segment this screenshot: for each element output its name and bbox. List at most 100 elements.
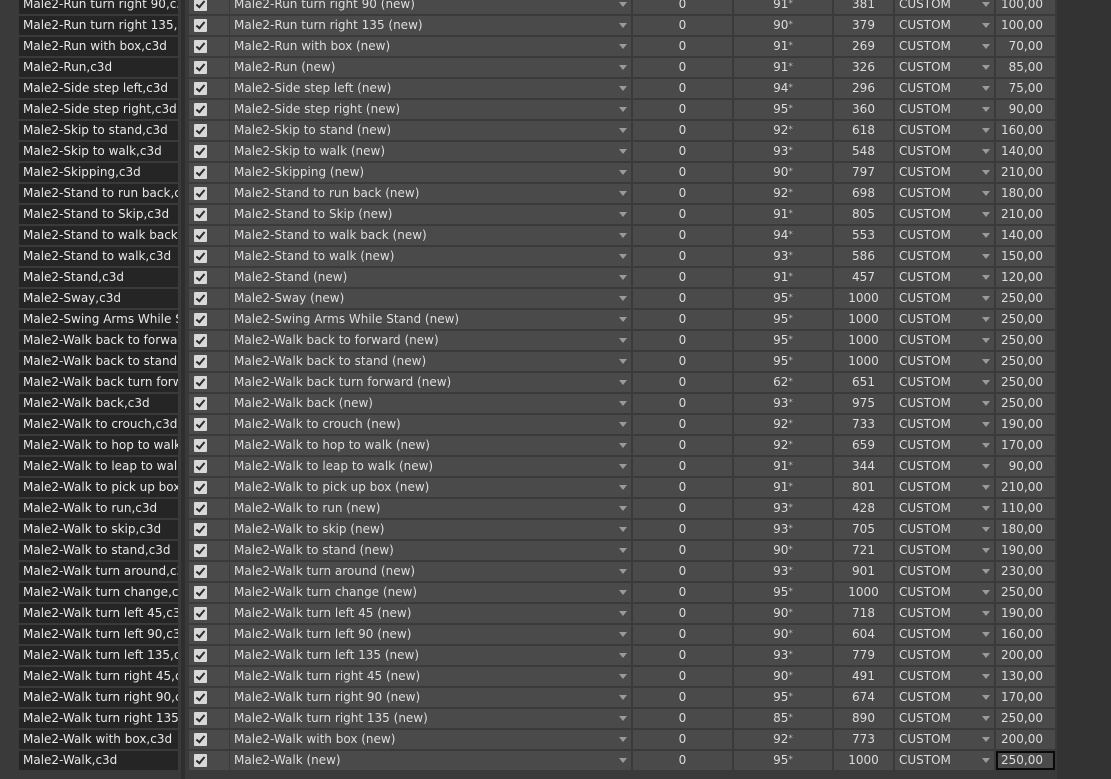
start-frame-field[interactable]: 0 xyxy=(633,583,732,602)
frames-field[interactable]: 659 xyxy=(834,436,893,455)
chevron-down-icon[interactable] xyxy=(619,233,627,238)
type-dropdown[interactable]: CUSTOM xyxy=(895,373,994,392)
quality-field[interactable]: 90* xyxy=(734,667,832,686)
type-dropdown[interactable]: CUSTOM xyxy=(895,562,994,581)
checkbox-checked-icon[interactable] xyxy=(194,124,207,137)
frames-field[interactable]: 705 xyxy=(834,520,893,539)
chevron-down-icon[interactable] xyxy=(619,317,627,322)
chevron-down-icon[interactable] xyxy=(982,23,990,28)
animation-name-dropdown[interactable]: Male2-Walk turn left 135 (new) xyxy=(230,646,631,665)
include-checkbox-cell[interactable] xyxy=(189,58,229,77)
value-field[interactable]: 140,00 xyxy=(996,226,1055,245)
checkbox-checked-icon[interactable] xyxy=(194,460,207,473)
frames-field[interactable]: 779 xyxy=(834,646,893,665)
start-frame-field[interactable]: 0 xyxy=(633,373,732,392)
frames-field[interactable]: 1000 xyxy=(834,331,893,350)
chevron-down-icon[interactable] xyxy=(982,422,990,427)
checkbox-checked-icon[interactable] xyxy=(194,82,207,95)
value-field[interactable]: 250,00 xyxy=(996,352,1055,371)
checkbox-checked-icon[interactable] xyxy=(194,250,207,263)
start-frame-field[interactable]: 0 xyxy=(633,688,732,707)
include-checkbox-cell[interactable] xyxy=(189,100,229,119)
start-frame-field[interactable]: 0 xyxy=(633,226,732,245)
quality-field[interactable]: 91* xyxy=(734,58,832,77)
frames-field[interactable]: 718 xyxy=(834,604,893,623)
include-checkbox-cell[interactable] xyxy=(189,121,229,140)
quality-field[interactable]: 91* xyxy=(734,37,832,56)
animation-name-dropdown[interactable]: Male2-Run (new) xyxy=(230,58,631,77)
quality-field[interactable]: 91* xyxy=(734,457,832,476)
animation-name-dropdown[interactable]: Male2-Walk turn left 45 (new) xyxy=(230,604,631,623)
frames-field[interactable]: 269 xyxy=(834,37,893,56)
value-field[interactable]: 250,00 xyxy=(996,310,1055,329)
chevron-down-icon[interactable] xyxy=(982,380,990,385)
value-field[interactable]: 190,00 xyxy=(996,415,1055,434)
frames-field[interactable]: 344 xyxy=(834,457,893,476)
quality-field[interactable]: 93* xyxy=(734,646,832,665)
chevron-down-icon[interactable] xyxy=(982,590,990,595)
chevron-down-icon[interactable] xyxy=(982,212,990,217)
checkbox-checked-icon[interactable] xyxy=(194,439,207,452)
chevron-down-icon[interactable] xyxy=(619,590,627,595)
type-dropdown[interactable]: CUSTOM xyxy=(895,625,994,644)
start-frame-field[interactable]: 0 xyxy=(633,751,732,770)
value-field[interactable]: 120,00 xyxy=(996,268,1055,287)
checkbox-checked-icon[interactable] xyxy=(194,103,207,116)
chevron-down-icon[interactable] xyxy=(982,254,990,259)
chevron-down-icon[interactable] xyxy=(619,359,627,364)
chevron-down-icon[interactable] xyxy=(982,170,990,175)
start-frame-field[interactable]: 0 xyxy=(633,163,732,182)
checkbox-checked-icon[interactable] xyxy=(194,145,207,158)
include-checkbox-cell[interactable] xyxy=(189,205,229,224)
value-field[interactable]: 180,00 xyxy=(996,184,1055,203)
value-field[interactable]: 250,00 xyxy=(996,394,1055,413)
include-checkbox-cell[interactable] xyxy=(189,142,229,161)
start-frame-field[interactable]: 0 xyxy=(633,667,732,686)
checkbox-checked-icon[interactable] xyxy=(194,691,207,704)
include-checkbox-cell[interactable] xyxy=(189,394,229,413)
chevron-down-icon[interactable] xyxy=(619,170,627,175)
value-field[interactable]: 200,00 xyxy=(996,730,1055,749)
chevron-down-icon[interactable] xyxy=(619,338,627,343)
animation-name-dropdown[interactable]: Male2-Walk back (new) xyxy=(230,394,631,413)
chevron-down-icon[interactable] xyxy=(619,653,627,658)
quality-field[interactable]: 91* xyxy=(734,205,832,224)
quality-field[interactable]: 91* xyxy=(734,0,832,14)
start-frame-field[interactable]: 0 xyxy=(633,457,732,476)
animation-name-dropdown[interactable]: Male2-Side step left (new) xyxy=(230,79,631,98)
value-field[interactable]: 100,00 xyxy=(996,16,1055,35)
include-checkbox-cell[interactable] xyxy=(189,667,229,686)
chevron-down-icon[interactable] xyxy=(982,737,990,742)
chevron-down-icon[interactable] xyxy=(982,548,990,553)
value-field[interactable]: 160,00 xyxy=(996,121,1055,140)
start-frame-field[interactable]: 0 xyxy=(633,247,732,266)
frames-field[interactable]: 1000 xyxy=(834,289,893,308)
value-field[interactable]: 150,00 xyxy=(996,247,1055,266)
quality-field[interactable]: 93* xyxy=(734,562,832,581)
type-dropdown[interactable]: CUSTOM xyxy=(895,352,994,371)
type-dropdown[interactable]: CUSTOM xyxy=(895,604,994,623)
chevron-down-icon[interactable] xyxy=(982,44,990,49)
start-frame-field[interactable]: 0 xyxy=(633,331,732,350)
value-field[interactable]: 90,00 xyxy=(996,100,1055,119)
value-field[interactable]: 210,00 xyxy=(996,163,1055,182)
quality-field[interactable]: 62* xyxy=(734,373,832,392)
animation-name-dropdown[interactable]: Male2-Walk turn around (new) xyxy=(230,562,631,581)
type-dropdown[interactable]: CUSTOM xyxy=(895,730,994,749)
checkbox-checked-icon[interactable] xyxy=(194,628,207,641)
type-dropdown[interactable]: CUSTOM xyxy=(895,205,994,224)
checkbox-checked-icon[interactable] xyxy=(194,607,207,620)
frames-field[interactable]: 491 xyxy=(834,667,893,686)
chevron-down-icon[interactable] xyxy=(982,716,990,721)
animation-name-dropdown[interactable]: Male2-Stand to run back (new) xyxy=(230,184,631,203)
frames-field[interactable]: 326 xyxy=(834,58,893,77)
checkbox-checked-icon[interactable] xyxy=(194,397,207,410)
chevron-down-icon[interactable] xyxy=(619,569,627,574)
start-frame-field[interactable]: 0 xyxy=(633,142,732,161)
chevron-down-icon[interactable] xyxy=(619,758,627,763)
type-dropdown[interactable]: CUSTOM xyxy=(895,688,994,707)
chevron-down-icon[interactable] xyxy=(619,23,627,28)
start-frame-field[interactable]: 0 xyxy=(633,562,732,581)
chevron-down-icon[interactable] xyxy=(619,737,627,742)
start-frame-field[interactable]: 0 xyxy=(633,415,732,434)
